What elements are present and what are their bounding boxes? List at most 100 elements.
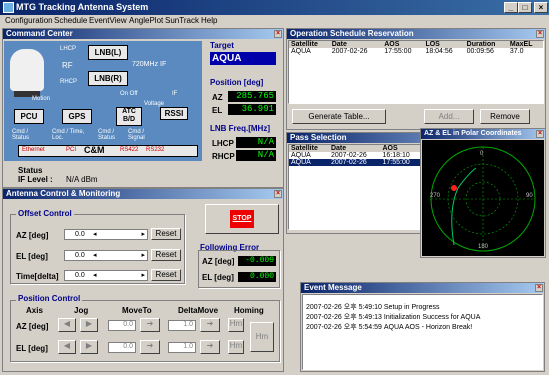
el-label: EL (212, 106, 223, 115)
cell-aos: 17:55:00 (384, 48, 412, 55)
polar-label-e: 90 (526, 193, 533, 199)
axis-col-label: Axis (26, 306, 43, 315)
cmd-status-label: Cmd / Status (12, 129, 30, 141)
generate-table-button[interactable]: Generate Table... (292, 109, 386, 124)
col-date[interactable]: Date (330, 41, 383, 48)
close-button[interactable]: × (534, 2, 548, 13)
polar-title: AZ & EL in Polar Coordinates (421, 129, 545, 139)
stop-button-frame[interactable]: STOP (205, 204, 279, 234)
pass-track (451, 167, 477, 246)
delta-el-button[interactable]: ➔ (200, 340, 220, 354)
menu-eventview[interactable]: EventView (89, 16, 127, 25)
offset-az-reset-button[interactable]: Reset (151, 228, 181, 240)
jog-col-label: Jog (74, 306, 89, 315)
panel-close-icon[interactable]: × (274, 190, 282, 198)
pass-col-satellite[interactable]: Satellite (289, 145, 329, 152)
event-line: 2007-02-26 오후 5:49:10 Setup in Progress (306, 304, 440, 311)
bus-bar (18, 145, 198, 157)
moveto-az-button[interactable]: ➔ (140, 318, 160, 332)
lhcp-freq-value: N/A (236, 137, 276, 148)
rhcp-freq-value: N/A (236, 150, 276, 161)
offset-time-slider[interactable]: 0.0 ◂ ▸ (64, 270, 148, 281)
rhcp-label: RHCP (60, 79, 78, 85)
stop-button[interactable]: STOP (230, 210, 254, 228)
onoff-label: On Off (120, 91, 138, 97)
panel-close-icon[interactable]: × (535, 284, 543, 292)
table-row[interactable]: AQUA 2007-02-26 16:18:10 (289, 152, 421, 159)
moveto-el-button[interactable]: ➔ (140, 340, 160, 354)
polar-svg: 0 90 180 270 (430, 146, 536, 252)
if-label: IF (172, 91, 178, 97)
cmd-signal-label: Cmd / Signal (128, 129, 145, 141)
menu-suntrack[interactable]: SunTrack (165, 16, 199, 25)
motion-label: Motion (32, 96, 51, 102)
col-aos[interactable]: AOS (382, 41, 423, 48)
jog-az-right-button[interactable]: ▶ (80, 318, 98, 332)
jog-az-left-button[interactable]: ◀ (58, 318, 76, 332)
az-label: AZ (212, 93, 223, 102)
offset-el-value: 0.0 (75, 252, 85, 259)
offset-time-reset-button[interactable]: Reset (151, 269, 181, 281)
offset-time-label: Time[delta] (16, 272, 59, 281)
pass-col-date[interactable]: Date (329, 145, 381, 152)
table-row[interactable]: AQUA 2007-02-26 17:55:00 18:04:56 00:09:… (289, 48, 543, 55)
window-title: MTG Tracking Antenna System (16, 2, 149, 12)
moveto-el-input[interactable]: 0.0 (108, 342, 136, 353)
target-label: Target (210, 41, 234, 50)
homing-col-label: Homing (234, 306, 264, 315)
homing-az-button[interactable]: Hm (228, 318, 244, 332)
el-value: 36.991 (228, 104, 276, 115)
delta-az-button[interactable]: ➔ (200, 318, 220, 332)
jog-el-right-button[interactable]: ▶ (80, 340, 98, 354)
event-line: 2007-02-26 오후 5:49:13 Initialization Suc… (306, 314, 481, 321)
menu-schedule[interactable]: Schedule (54, 16, 87, 25)
event-message-title: Event Message (301, 283, 544, 293)
rssi-box: RSSI (160, 107, 188, 120)
status-label: Status (18, 166, 43, 175)
event-log[interactable]: 2007-02-26 오후 5:49:10 Setup in Progress … (302, 294, 543, 370)
panel-close-icon[interactable]: × (536, 30, 544, 38)
homing-el-button[interactable]: Hm (228, 340, 244, 354)
maximize-button[interactable]: □ (518, 2, 532, 13)
polar-label-s: 180 (478, 244, 489, 250)
moveto-az-input[interactable]: 0.0 (108, 320, 136, 331)
antenna-dome-icon (10, 49, 44, 91)
homing-all-button[interactable]: Hm (250, 322, 274, 352)
menu-angleplot[interactable]: AnglePlot (129, 16, 163, 25)
minimize-button[interactable]: _ (504, 2, 518, 13)
polar-label-n: 0 (480, 151, 484, 157)
event-line: 2007-02-26 오후 5:54:59 AQUA AOS - Horizon… (306, 324, 473, 331)
col-satellite[interactable]: Satellite (289, 41, 330, 48)
cell-satellite: AQUA (291, 48, 311, 55)
panel-close-icon[interactable]: × (536, 130, 544, 138)
offset-el-reset-button[interactable]: Reset (151, 249, 181, 261)
cell-satellite: AQUA (291, 159, 311, 166)
menu-configuration[interactable]: Configuration (5, 16, 53, 25)
schedule-table[interactable]: Satellite Date AOS LOS Duration MaxEL AQ… (288, 40, 544, 104)
delta-az-input[interactable]: 1.0 (168, 320, 196, 331)
col-los[interactable]: LOS (423, 41, 464, 48)
panel-close-icon[interactable]: × (274, 30, 282, 38)
delta-el-input[interactable]: 1.0 (168, 342, 196, 353)
cell-duration: 00:09:56 (466, 48, 494, 55)
rs232-label: RS232 (146, 147, 165, 153)
pass-header-row: Satellite Date AOS (289, 145, 421, 152)
lnb-r-box: LNB(R) (88, 71, 128, 86)
col-maxel[interactable]: MaxEL (508, 41, 543, 48)
fe-az-value: -0.009 (238, 256, 276, 266)
pass-col-aos[interactable]: AOS (381, 145, 422, 152)
pci-label: PCI (66, 147, 77, 153)
schedule-title: Operation Schedule Reservation (287, 29, 545, 39)
offset-az-slider[interactable]: 0.0 ◂ ▸ (64, 229, 148, 240)
remove-button[interactable]: Remove (480, 109, 530, 124)
menu-help[interactable]: Help (201, 16, 217, 25)
pass-table[interactable]: Satellite Date AOS AQUA 2007-02-26 16:18… (288, 144, 422, 230)
fe-az-label: AZ [deg] (202, 257, 235, 266)
cell-date: 2007-02-26 (330, 152, 367, 159)
add-button[interactable]: Add... (424, 109, 474, 124)
offset-el-slider[interactable]: 0.0 ◂ ▸ (64, 250, 148, 261)
title-bar: MTG Tracking Antenna System _ □ × (0, 0, 549, 15)
jog-el-left-button[interactable]: ◀ (58, 340, 76, 354)
table-row-selected[interactable]: AQUA 2007-02-26 17:55:00 (289, 159, 421, 166)
col-duration[interactable]: Duration (465, 41, 508, 48)
